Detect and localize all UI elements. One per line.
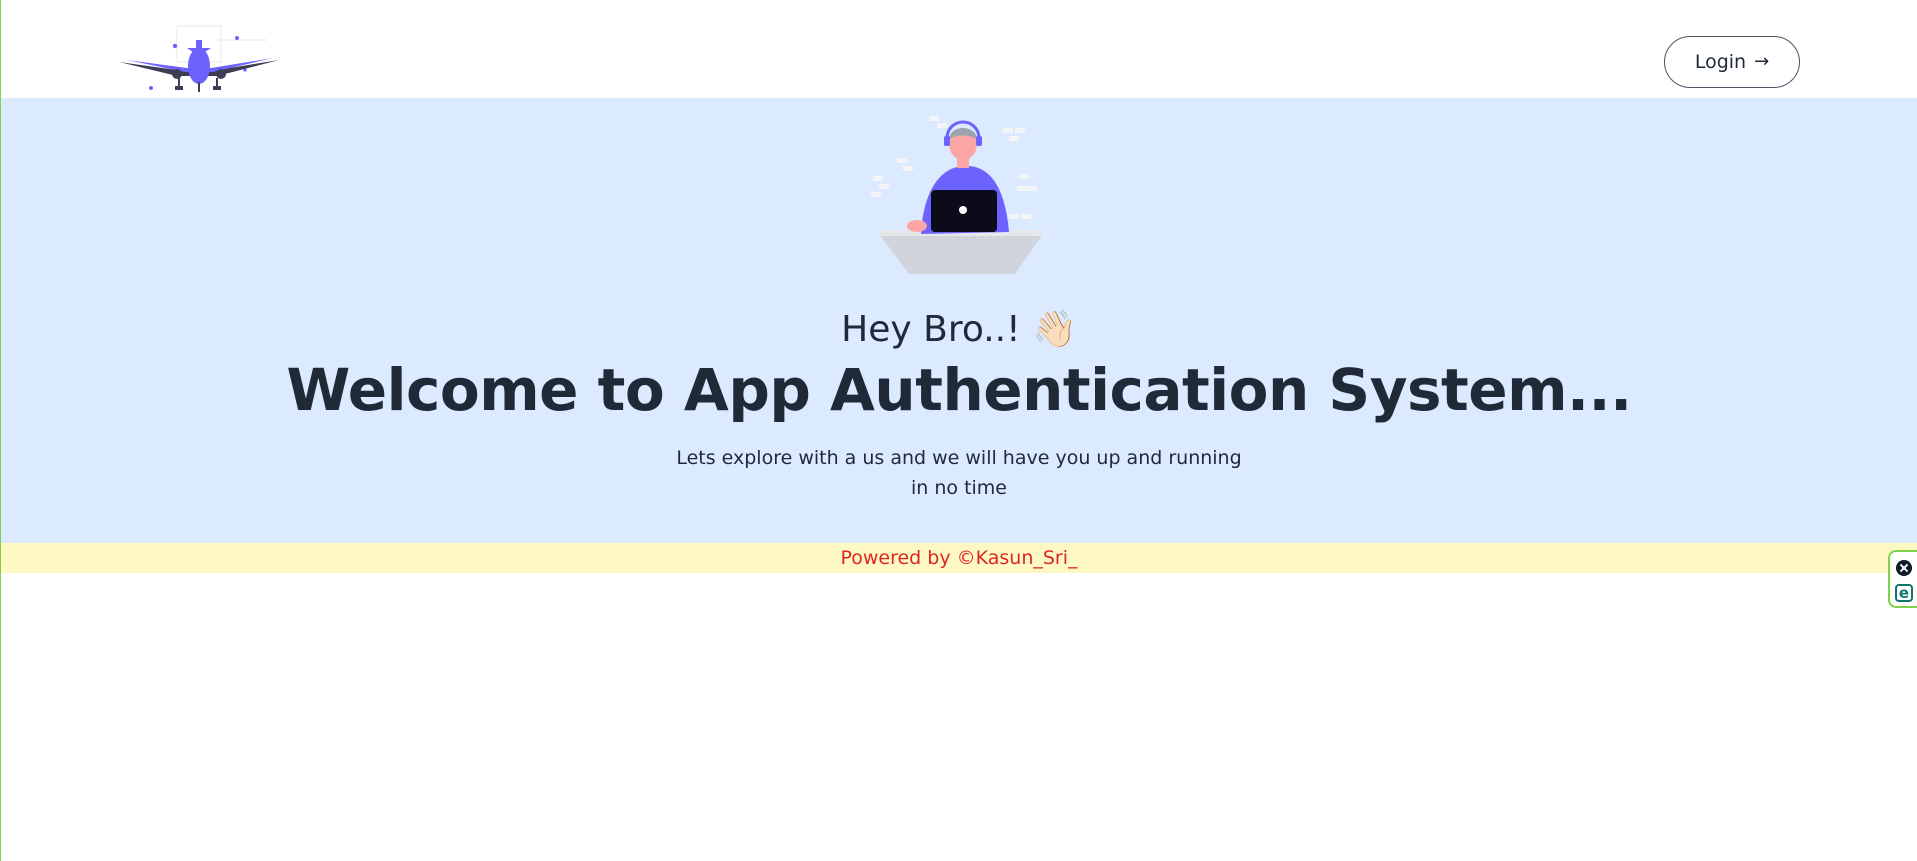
top-navbar: Login → <box>1 0 1917 98</box>
greeting-text: Hey Bro..! 👋🏻 <box>841 309 1077 350</box>
airplane-logo-icon[interactable] <box>117 22 282 96</box>
extension-e-icon[interactable]: e <box>1895 584 1913 602</box>
footer-bar: Powered by ©Kasun_Sri_ <box>1 543 1917 573</box>
hero-section: Hey Bro..! 👋🏻 Welcome to App Authenticat… <box>1 98 1917 543</box>
arrow-right-icon: → <box>1754 51 1770 72</box>
hero-subtitle: Lets explore with a us and we will have … <box>676 447 1242 499</box>
page-title: Welcome to App Authentication System... <box>286 356 1632 424</box>
extension-widget: e <box>1888 550 1917 608</box>
footer-credit: Powered by ©Kasun_Sri_ <box>840 547 1078 569</box>
close-circle-icon[interactable] <box>1895 559 1913 577</box>
person-with-laptop-illustration <box>871 116 1043 274</box>
login-button[interactable]: Login → <box>1664 36 1800 88</box>
login-button-label: Login <box>1694 51 1747 73</box>
